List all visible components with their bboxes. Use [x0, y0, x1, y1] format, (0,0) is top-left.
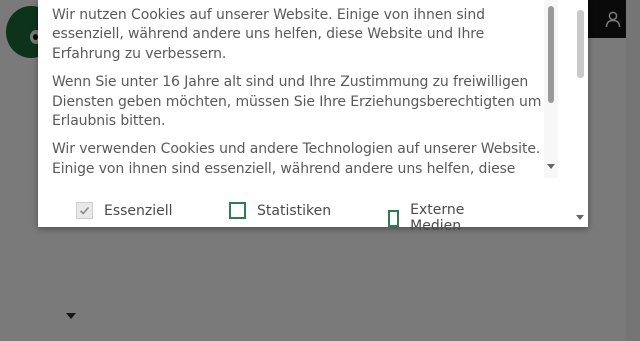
dialog-scrollbar[interactable]: [572, 0, 588, 227]
essenziell-label: Essenziell: [104, 202, 173, 219]
statistiken-checkbox[interactable]: [229, 202, 246, 219]
dialog-scroll-down-arrow-icon[interactable]: [576, 215, 584, 220]
cookie-paragraph-3: Wir verwenden Cookies und andere Technol…: [52, 141, 541, 177]
dialog-scrollbar-thumb[interactable]: [577, 10, 584, 78]
cookie-text-area: Wir nutzen Cookies auf unserer Website. …: [52, 0, 542, 178]
cookie-consent-dialog: Wir nutzen Cookies auf unserer Website. …: [38, 0, 588, 234]
cookie-paragraph-2: Wenn Sie unter 16 Jahre alt sind und Ihr…: [52, 74, 542, 130]
essenziell-checkbox: [76, 202, 93, 219]
statistiken-label[interactable]: Statistiken: [257, 203, 331, 219]
option-statistiken[interactable]: Statistiken: [229, 202, 331, 219]
scroll-down-arrow-icon[interactable]: [547, 164, 555, 169]
externe-medien-label[interactable]: Externe Medien: [410, 202, 470, 234]
checkmark-icon: [79, 206, 90, 215]
cookie-paragraph-1: Wir nutzen Cookies auf unserer Website. …: [52, 7, 485, 62]
text-scrollbar-thumb[interactable]: [548, 6, 554, 103]
externe-medien-checkbox[interactable]: [388, 209, 400, 227]
option-externe-medien[interactable]: Externe Medien: [388, 202, 470, 234]
text-scrollbar[interactable]: [544, 0, 558, 178]
option-essenziell: Essenziell: [76, 202, 173, 219]
